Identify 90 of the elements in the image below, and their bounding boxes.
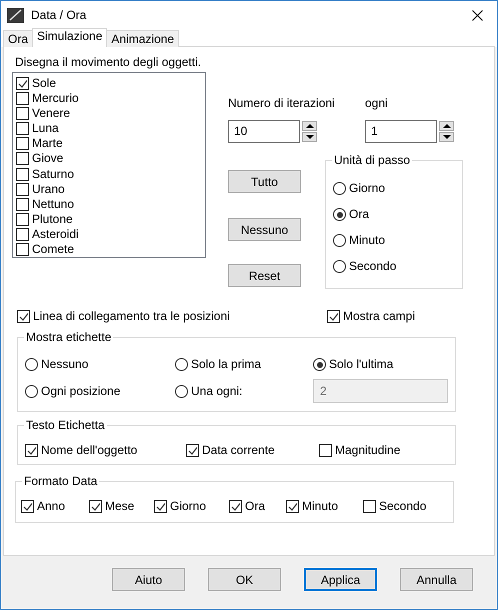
spin-down-button[interactable] xyxy=(439,132,454,142)
checkbox-label: Anno xyxy=(37,499,66,514)
push-button[interactable]: Annulla xyxy=(400,568,473,591)
number-field[interactable]: 10 xyxy=(228,120,300,143)
radio-button[interactable] xyxy=(25,358,38,371)
checkbox[interactable] xyxy=(154,500,167,513)
tab[interactable]: Ora xyxy=(3,30,34,47)
checkbox-label: Venere xyxy=(32,106,70,122)
field-label: Numero di iterazioni xyxy=(228,96,336,110)
radio-label: Minuto xyxy=(349,233,386,248)
checkbox[interactable] xyxy=(16,107,29,120)
field-label: ogni xyxy=(365,96,388,110)
checkbox[interactable] xyxy=(16,198,29,211)
checkbox-label: Giorno xyxy=(170,499,206,514)
group-title: Mostra etichette xyxy=(24,330,114,344)
checkbox[interactable] xyxy=(229,500,242,513)
checkbox[interactable] xyxy=(319,444,332,457)
checkbox-label: Magnitudine xyxy=(335,443,400,458)
checkbox-label: Mercurio xyxy=(32,91,79,106)
radio-button[interactable] xyxy=(333,260,346,273)
checkbox-label: Linea di collegamento tra le posizioni xyxy=(33,309,230,324)
checkbox-label: Comete xyxy=(32,242,74,257)
checkbox-label: Secondo xyxy=(379,499,426,514)
radio-button[interactable] xyxy=(313,358,326,371)
checkbox-label: Marte xyxy=(32,136,63,152)
checkbox-label: Plutone xyxy=(32,212,73,227)
checkbox-label: Asteroidi xyxy=(32,226,79,242)
push-button[interactable]: Applica xyxy=(304,568,377,591)
checkbox[interactable] xyxy=(16,182,29,196)
radio-label: Secondo xyxy=(349,259,396,274)
checkbox-label: Mostra campi xyxy=(343,309,416,324)
checkbox[interactable] xyxy=(16,152,29,166)
group-title: Unità di passo xyxy=(332,153,412,167)
push-button[interactable]: Nessuno xyxy=(228,218,301,241)
checkbox-label: Sole xyxy=(32,76,56,92)
checkbox[interactable] xyxy=(16,92,29,106)
radio-label: Nessuno xyxy=(41,357,88,372)
radio-label: Ora xyxy=(349,207,370,222)
checkbox-label: Ora xyxy=(245,499,266,514)
checkbox[interactable] xyxy=(89,500,102,513)
checkbox-label: Urano xyxy=(32,182,65,197)
checkbox-label: Saturno xyxy=(32,166,74,182)
checkbox[interactable] xyxy=(21,500,34,513)
spin-down-button[interactable] xyxy=(302,132,317,142)
radio-button[interactable] xyxy=(25,384,38,398)
checkbox[interactable] xyxy=(16,122,29,136)
checkbox[interactable] xyxy=(25,444,38,457)
radio-label: Giorno xyxy=(349,181,386,196)
radio-label: Ogni posizione xyxy=(41,384,120,398)
checkbox-label: Giove xyxy=(32,151,64,166)
window-title: Data / Ora xyxy=(31,8,86,22)
app-icon xyxy=(7,8,24,22)
checkbox[interactable] xyxy=(363,500,376,513)
checkbox[interactable] xyxy=(17,310,30,323)
group-title: Testo Etichetta xyxy=(24,418,107,432)
checkbox[interactable] xyxy=(16,137,29,150)
close-icon[interactable] xyxy=(472,10,483,20)
number-field[interactable]: 1 xyxy=(365,120,437,143)
tab[interactable]: Animazione xyxy=(106,30,180,47)
checkbox-label: Minuto xyxy=(302,499,338,514)
radio-label: Solo l'ultima xyxy=(329,357,394,372)
push-button[interactable]: OK xyxy=(208,568,281,591)
checkbox[interactable] xyxy=(16,77,29,90)
checkbox-label: Nome dell'oggetto xyxy=(41,443,138,458)
tab[interactable]: Simulazione xyxy=(32,28,108,47)
push-button[interactable]: Tutto xyxy=(228,170,301,193)
section-label: Disegna il movimento degli oggetti. xyxy=(15,55,202,69)
spin-up-button[interactable] xyxy=(439,121,454,131)
push-button[interactable]: Aiuto xyxy=(112,568,185,591)
checkbox-label: Nettuno xyxy=(32,196,74,212)
radio-button[interactable] xyxy=(333,182,346,195)
checkbox[interactable] xyxy=(16,212,29,226)
radio-button[interactable] xyxy=(333,234,346,247)
checkbox[interactable] xyxy=(186,444,199,457)
radio-button[interactable] xyxy=(333,208,346,221)
checkbox[interactable] xyxy=(327,310,340,323)
checkbox[interactable] xyxy=(16,242,29,256)
radio-button[interactable] xyxy=(175,384,188,398)
checkbox-label: Luna xyxy=(32,121,59,136)
radio-label: Solo la prima xyxy=(191,357,262,372)
radio-button[interactable] xyxy=(175,358,188,371)
radio-label: Una ogni: xyxy=(191,384,242,398)
checkbox[interactable] xyxy=(16,168,29,180)
checkbox[interactable] xyxy=(286,500,299,513)
spin-up-button[interactable] xyxy=(302,121,317,131)
checkbox-label: Mese xyxy=(105,499,134,514)
checkbox-label: Data corrente xyxy=(202,443,275,458)
checkbox[interactable] xyxy=(16,228,29,241)
push-button[interactable]: Reset xyxy=(228,264,301,287)
group-title: Formato Data xyxy=(22,474,100,488)
